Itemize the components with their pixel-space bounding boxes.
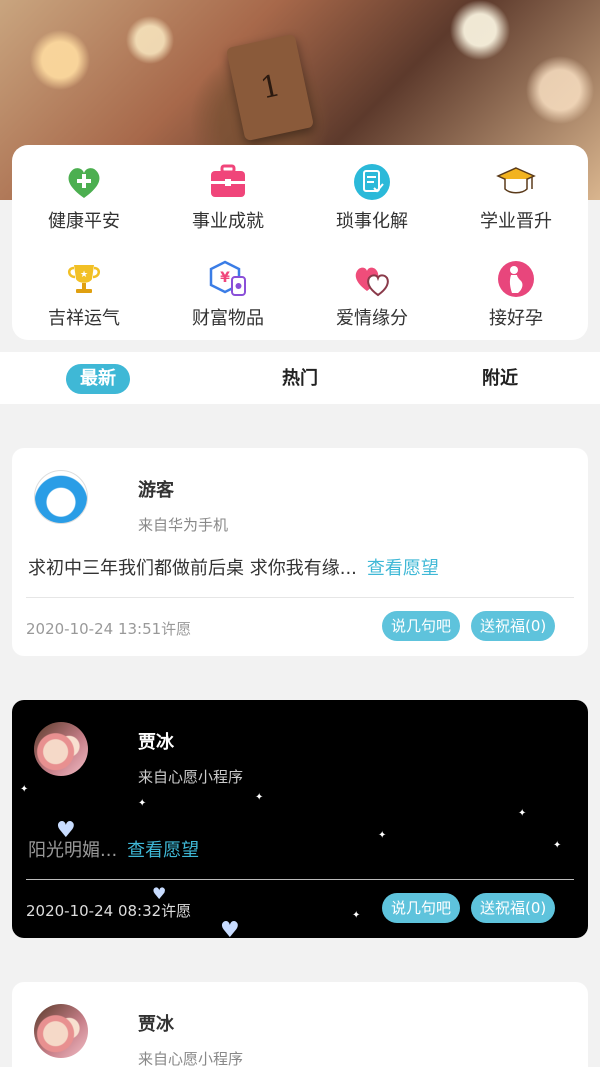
category-label: 学业晋升 bbox=[480, 211, 552, 232]
user-name: 游客 bbox=[138, 480, 174, 501]
checklist-icon bbox=[354, 164, 390, 200]
category-luck[interactable]: ★ 吉祥运气 bbox=[12, 259, 156, 339]
comment-button[interactable]: 说几句吧 bbox=[382, 893, 461, 923]
post-text: 求初中三年我们都做前后桌 求你我有缘... bbox=[28, 558, 357, 579]
category-label: 爱情缘分 bbox=[336, 308, 408, 329]
category-label: 琐事化解 bbox=[336, 211, 408, 232]
category-career[interactable]: 事业成就 bbox=[156, 162, 300, 242]
banner-tag-text: 1 bbox=[257, 68, 284, 107]
watermark-url: www.pw88.com bbox=[480, 1043, 559, 1054]
post-content: 阳光明媚... 查看愿望 bbox=[28, 836, 199, 862]
avatar[interactable] bbox=[34, 470, 88, 524]
category-health[interactable]: 健康平安 bbox=[12, 162, 156, 242]
divider bbox=[26, 879, 574, 880]
view-wish-link[interactable]: 查看愿望 bbox=[127, 840, 199, 861]
tab-nearby[interactable]: 附近 bbox=[462, 364, 538, 394]
graduation-cap-icon bbox=[496, 167, 536, 194]
tab-latest[interactable]: 最新 bbox=[66, 364, 130, 394]
star-decoration: ✦ bbox=[138, 798, 147, 809]
category-love[interactable]: 爱情缘分 bbox=[300, 259, 444, 339]
star-decoration: ✦ bbox=[255, 792, 264, 803]
star-decoration: ✦ bbox=[378, 830, 387, 841]
svg-text:★: ★ bbox=[80, 270, 88, 280]
category-pregnancy[interactable]: 接好孕 bbox=[444, 259, 588, 339]
category-label: 事业成就 bbox=[192, 211, 264, 232]
hearts-icon bbox=[355, 267, 389, 297]
tab-bar: 最新 热门 附近 bbox=[0, 352, 600, 404]
post-source: 来自心愿小程序 bbox=[138, 1050, 244, 1067]
category-label: 健康平安 bbox=[48, 211, 120, 232]
post-source: 来自华为手机 bbox=[138, 516, 229, 534]
star-decoration: ✦ bbox=[518, 808, 527, 819]
bless-button[interactable]: 送祝福(0) bbox=[471, 611, 556, 641]
view-wish-link[interactable]: 查看愿望 bbox=[367, 558, 439, 579]
category-study[interactable]: 学业晋升 bbox=[444, 162, 588, 242]
category-wealth[interactable]: ¥ 财富物品 bbox=[156, 259, 300, 339]
category-grid: 健康平安 事业成就 琐事化解 学业晋升 ★ 吉祥运气 ¥ 财富物品 爱情缘分 接… bbox=[12, 145, 588, 340]
user-name: 贾冰 bbox=[138, 1014, 174, 1035]
divider bbox=[26, 597, 574, 598]
post-time: 2020-10-24 13:51许愿 bbox=[26, 620, 192, 638]
star-decoration: ✦ bbox=[352, 910, 361, 921]
post-time: 2020-10-24 08:32许愿 bbox=[26, 902, 192, 920]
money-icon: ¥ bbox=[209, 260, 246, 296]
bless-button[interactable]: 送祝福(0) bbox=[471, 893, 556, 923]
avatar[interactable] bbox=[34, 722, 88, 776]
post-source: 来自心愿小程序 bbox=[138, 768, 244, 786]
comment-button[interactable]: 说几句吧 bbox=[382, 611, 461, 641]
category-label: 吉祥运气 bbox=[48, 308, 120, 329]
tab-hot[interactable]: 热门 bbox=[262, 364, 338, 394]
user-name: 贾冰 bbox=[138, 732, 174, 753]
category-chores[interactable]: 琐事化解 bbox=[300, 162, 444, 242]
briefcase-icon bbox=[211, 164, 245, 197]
heart-decoration: ♥ bbox=[220, 918, 240, 938]
watermark-brand: 动力软件园 bbox=[418, 1016, 538, 1044]
pregnant-icon bbox=[498, 261, 534, 297]
star-decoration: ✦ bbox=[20, 784, 29, 795]
svg-text:¥: ¥ bbox=[220, 270, 230, 286]
avatar[interactable] bbox=[34, 1004, 88, 1058]
wish-card[interactable]: 游客 来自华为手机 求初中三年我们都做前后桌 求你我有缘... 查看愿望 2020… bbox=[12, 448, 588, 656]
category-label: 接好孕 bbox=[489, 308, 543, 329]
heart-plus-icon bbox=[68, 168, 100, 198]
star-decoration: ✦ bbox=[553, 840, 562, 851]
post-content: 求初中三年我们都做前后桌 求你我有缘... 查看愿望 bbox=[28, 554, 439, 580]
post-text: 阳光明媚... bbox=[28, 840, 118, 861]
wish-card[interactable]: 贾冰 来自心愿小程序 ✦ ✦ ✦ ✦ ✦ ✦ ✦ ♥ ♥ ♥ 阳光明媚... 查看… bbox=[12, 700, 588, 938]
trophy-icon: ★ bbox=[68, 265, 100, 293]
banner-tag: 1 bbox=[225, 33, 315, 142]
category-label: 财富物品 bbox=[192, 308, 264, 329]
